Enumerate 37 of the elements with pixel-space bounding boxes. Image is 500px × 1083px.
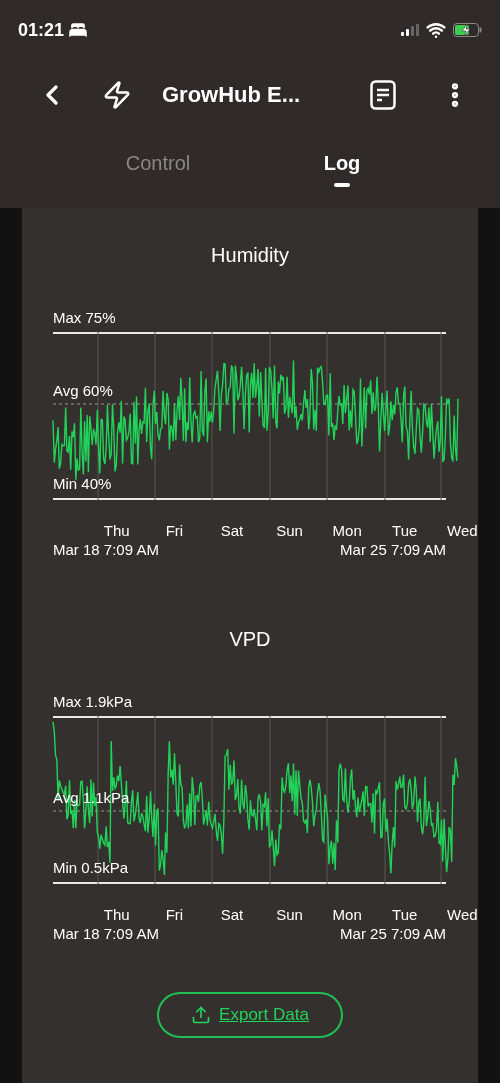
axis-label: Tue <box>391 522 419 539</box>
axis-label: Sat <box>219 522 245 539</box>
tab[interactable]: Log <box>250 138 434 189</box>
axis-label: Wed <box>446 522 479 539</box>
date-label: Mar 25 7:09 AM <box>340 925 446 942</box>
signal-icon <box>401 24 419 36</box>
axis-label: Sun <box>275 522 304 539</box>
axis-label: Mon <box>331 906 363 923</box>
chart-title: VPD <box>228 628 272 651</box>
status-time: 01:21 <box>18 19 65 41</box>
date-label: Mar 25 7:09 AM <box>340 541 446 558</box>
max-label: Max 75% <box>53 309 117 326</box>
page-title: GrowHub E... <box>162 82 302 108</box>
tab[interactable]: Control <box>66 138 250 189</box>
upload-icon <box>191 1005 212 1025</box>
lightning-icon[interactable] <box>102 80 132 110</box>
min-label: Min 40% <box>53 475 112 492</box>
wifi-icon <box>426 20 446 40</box>
document-icon[interactable] <box>370 80 396 110</box>
axis-label: Fri <box>164 906 185 923</box>
axis-label: Mon <box>331 522 363 539</box>
axis-label: Thu <box>102 522 131 539</box>
export-data-button[interactable]: Export Data <box>157 992 343 1038</box>
axis-label: Sun <box>275 906 304 923</box>
axis-label: Tue <box>391 906 419 923</box>
axis-label: Wed <box>446 906 479 923</box>
bed-icon <box>68 20 89 40</box>
chart-title: Humidity <box>210 244 290 267</box>
axis-label: Sat <box>219 906 245 923</box>
axis-label: Thu <box>102 906 131 923</box>
axis-label: Fri <box>164 522 185 539</box>
date-label: Mar 18 7:09 AM <box>53 541 159 558</box>
avg-label: Avg 60% <box>53 382 113 399</box>
max-label: Max 1.9kPa <box>53 693 134 710</box>
battery-charging-icon <box>453 23 482 37</box>
date-label: Mar 18 7:09 AM <box>53 925 159 942</box>
min-label: Min 0.5kPa <box>53 859 129 876</box>
